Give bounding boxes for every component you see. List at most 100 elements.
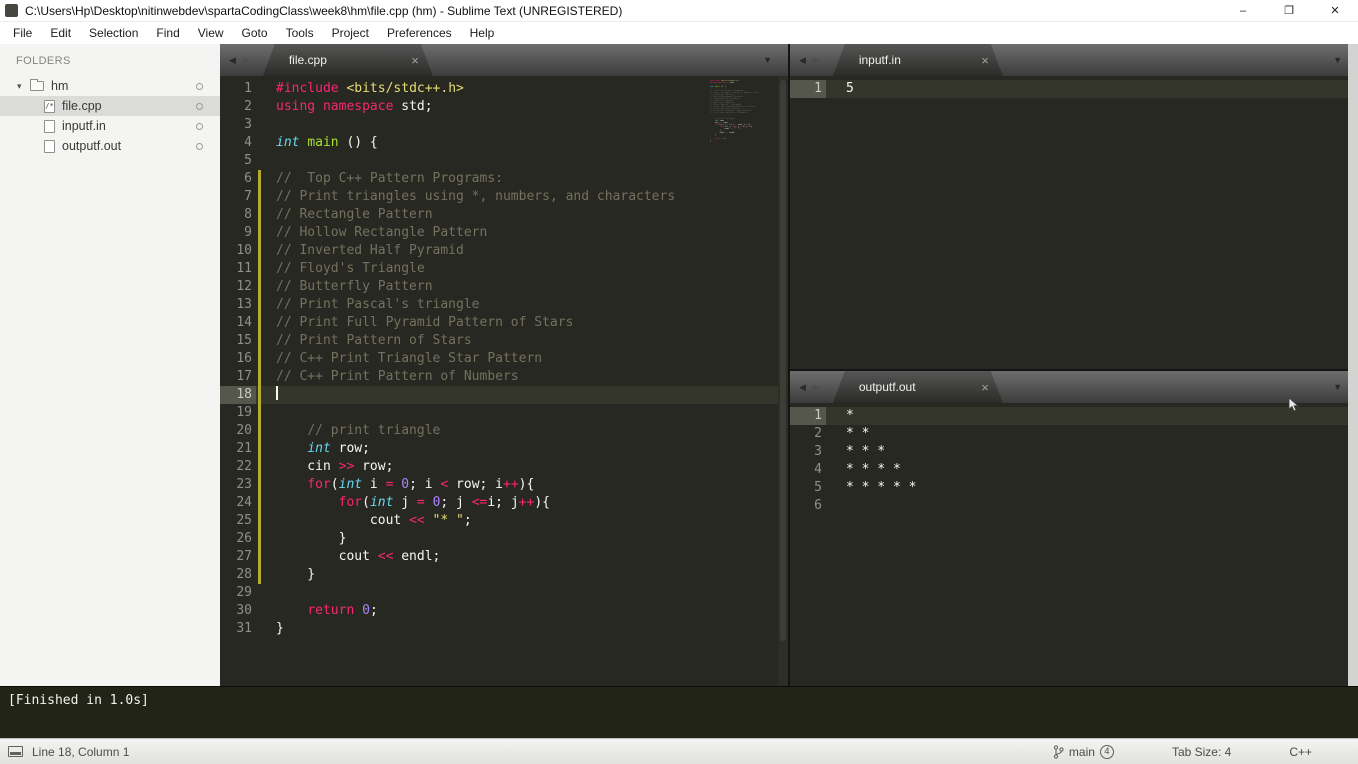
code-line[interactable]: 16// C++ Print Triangle Star Pattern xyxy=(220,350,788,368)
code-line[interactable]: 4 int main () { xyxy=(220,134,788,152)
minimize-button[interactable]: – xyxy=(1220,0,1266,21)
line-number: 30 xyxy=(236,603,252,618)
code-line[interactable]: 4 * * * * xyxy=(790,461,1358,479)
code-editor-file-cpp[interactable]: 1 #include <bits/stdc++.h> 2 using namespac… xyxy=(220,80,788,638)
statusbar-right: main 4 Tab Size: 4 C++ xyxy=(1053,744,1358,759)
git-branch-icon xyxy=(1053,744,1064,759)
code-line[interactable]: 22 cin >> row; xyxy=(220,458,788,476)
code-line[interactable]: 6// Top C++ Pattern Programs: xyxy=(220,170,788,188)
code-line[interactable]: 19 xyxy=(220,404,788,422)
nav-forward-icon[interactable]: ▶ xyxy=(813,382,820,393)
code-line[interactable]: 5 * * * * * xyxy=(790,479,1358,497)
line-number: 8 xyxy=(244,207,252,222)
menu-item-tools[interactable]: Tools xyxy=(277,26,323,40)
code-line[interactable]: 30 return 0; xyxy=(220,602,788,620)
code-line[interactable]: 28 } xyxy=(220,566,788,584)
editor-vscrollbar[interactable] xyxy=(778,76,788,686)
menu-item-preferences[interactable]: Preferences xyxy=(378,26,461,40)
code-line[interactable]: 20 // print triangle xyxy=(220,422,788,440)
line-number: 19 xyxy=(236,405,252,420)
line-number: 25 xyxy=(236,513,252,528)
menu-item-view[interactable]: View xyxy=(189,26,233,40)
tab-overflow-icon[interactable]: ▼ xyxy=(747,44,788,76)
code-line[interactable]: 3 xyxy=(220,116,788,134)
tab-file-cpp[interactable]: file.cpp × xyxy=(263,44,433,76)
nav-forward-icon[interactable]: ▶ xyxy=(813,55,820,66)
code-editor-outputf-out[interactable]: 1 * 2 * * 3 * * * 4 * * * * 5 * * * * * 6 xyxy=(790,407,1358,515)
code-line[interactable]: 10// Inverted Half Pyramid xyxy=(220,242,788,260)
folders-heading: FOLDERS xyxy=(16,55,71,67)
tab-close-icon[interactable]: × xyxy=(977,53,993,68)
close-button[interactable]: ✕ xyxy=(1312,0,1358,21)
code-line[interactable]: 15// Print Pattern of Stars xyxy=(220,332,788,350)
code-line[interactable]: 27 cout << endl; xyxy=(220,548,788,566)
file-status-dot xyxy=(196,102,203,110)
tab-inputf-in[interactable]: inputf.in × xyxy=(833,44,1003,76)
code-line[interactable]: 25 cout << "* "; xyxy=(220,512,788,530)
folder-caret-icon[interactable]: ▾ xyxy=(17,81,30,92)
syntax-status[interactable]: C++ xyxy=(1289,745,1312,759)
code-line[interactable]: 17// C++ Print Pattern of Numbers xyxy=(220,368,788,386)
menu-item-project[interactable]: Project xyxy=(323,26,378,40)
sidebar-folder-hm[interactable]: ▾ hm xyxy=(0,76,220,96)
menu-item-find[interactable]: Find xyxy=(147,26,188,40)
code-line[interactable]: 12// Butterfly Pattern xyxy=(220,278,788,296)
code-line[interactable]: 21 int row; xyxy=(220,440,788,458)
cpp-file-icon: /* xyxy=(44,99,55,113)
code-line[interactable]: 5 xyxy=(220,152,788,170)
code-line[interactable]: 26 } xyxy=(220,530,788,548)
sidebar-item-file-cpp[interactable]: /* file.cpp xyxy=(0,96,220,116)
code-line[interactable]: 1 #include <bits/stdc++.h> xyxy=(220,80,788,98)
code-line[interactable]: 13// Print Pascal's triangle xyxy=(220,296,788,314)
git-changes-badge: 4 xyxy=(1099,744,1114,759)
code-line[interactable]: 8// Rectangle Pattern xyxy=(220,206,788,224)
tab-outputf-out[interactable]: outputf.out × xyxy=(833,371,1003,403)
build-result-text: [Finished in 1.0s] xyxy=(8,693,149,708)
code-line[interactable]: 18 xyxy=(220,386,788,404)
code-line[interactable]: 31} xyxy=(220,620,788,638)
code-line[interactable]: 14// Print Full Pyramid Pattern of Stars xyxy=(220,314,788,332)
line-number: 16 xyxy=(236,351,252,366)
code-line[interactable]: 1 * xyxy=(790,407,1358,425)
tab-size-status[interactable]: Tab Size: 4 xyxy=(1172,745,1231,759)
code-editor-inputf-in[interactable]: 15 xyxy=(790,80,1358,98)
line-number: 24 xyxy=(236,495,252,510)
right-pane-scrollbar[interactable] xyxy=(1348,44,1358,686)
sidebar-item-outputf-out[interactable]: outputf.out xyxy=(0,136,220,156)
menu-item-selection[interactable]: Selection xyxy=(80,26,147,40)
minimap[interactable]: #include <bits/stdc++.h> using namespace … xyxy=(710,80,758,142)
nav-forward-icon[interactable]: ▶ xyxy=(243,55,250,66)
menu-item-goto[interactable]: Goto xyxy=(233,26,277,40)
scroll-thumb[interactable] xyxy=(780,80,786,642)
line-number: 9 xyxy=(244,225,252,240)
code-line[interactable]: 29 xyxy=(220,584,788,602)
code-line[interactable]: 6 xyxy=(790,497,1358,515)
nav-back-icon[interactable]: ◀ xyxy=(799,55,806,66)
panel-toggle-icon[interactable] xyxy=(8,746,23,757)
nav-back-icon[interactable]: ◀ xyxy=(799,382,806,393)
git-branch-status[interactable]: main 4 xyxy=(1053,744,1114,759)
tab-close-icon[interactable]: × xyxy=(977,380,993,395)
code-line[interactable]: 9// Hollow Rectangle Pattern xyxy=(220,224,788,242)
line-number: 4 xyxy=(814,462,822,477)
sidebar-item-inputf-in[interactable]: inputf.in xyxy=(0,116,220,136)
code-line[interactable]: 2 using namespace std; xyxy=(220,98,788,116)
menu-item-edit[interactable]: Edit xyxy=(41,26,80,40)
line-number: 7 xyxy=(244,189,252,204)
code-line[interactable]: } xyxy=(710,140,758,142)
line-number: 1 xyxy=(244,81,252,96)
code-line[interactable]: 7// Print triangles using *, numbers, an… xyxy=(220,188,788,206)
code-line[interactable]: 15 xyxy=(790,80,1358,98)
menu-item-file[interactable]: File xyxy=(4,26,41,40)
line-number: 3 xyxy=(814,444,822,459)
tab-close-icon[interactable]: × xyxy=(407,53,423,68)
menu-item-help[interactable]: Help xyxy=(461,26,504,40)
code-line[interactable]: 11// Floyd's Triangle xyxy=(220,260,788,278)
window-controls: – ❐ ✕ xyxy=(1220,0,1358,21)
code-line[interactable]: 3 * * * xyxy=(790,443,1358,461)
restore-button[interactable]: ❐ xyxy=(1266,0,1312,21)
code-line[interactable]: 2 * * xyxy=(790,425,1358,443)
code-line[interactable]: 23 for(int i = 0; i < row; i++){ xyxy=(220,476,788,494)
nav-back-icon[interactable]: ◀ xyxy=(229,55,236,66)
code-line[interactable]: 24 for(int j = 0; j <=i; j++){ xyxy=(220,494,788,512)
